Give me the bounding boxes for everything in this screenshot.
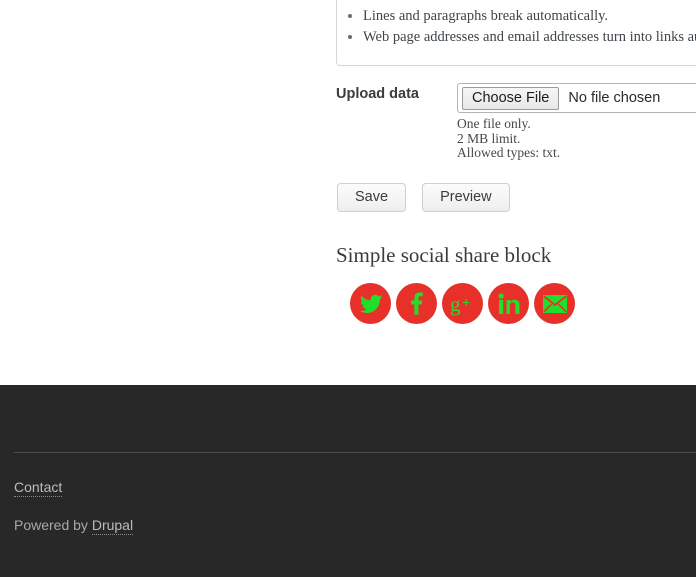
filter-tips-list: Lines and paragraphs break automatically…: [337, 0, 696, 48]
svg-text:g: g: [450, 292, 461, 316]
google-plus-icon[interactable]: g +: [442, 283, 483, 324]
filter-tips-box: Lines and paragraphs break automatically…: [336, 0, 696, 66]
powered-by-text: Powered by Drupal: [14, 517, 134, 535]
footer-divider: [14, 452, 696, 453]
powered-by-prefix: Powered by: [14, 517, 92, 533]
save-button[interactable]: Save: [337, 183, 407, 212]
social-share-icons: g +: [350, 283, 575, 324]
site-footer: Contact Powered by Drupal: [0, 385, 696, 577]
upload-data-label: Upload data: [336, 86, 419, 102]
main-content: Lines and paragraphs break automatically…: [0, 0, 696, 385]
upload-description-line: Allowed types: txt.: [457, 145, 561, 160]
upload-description-line: 2 MB limit.: [457, 130, 521, 146]
twitter-icon[interactable]: [350, 283, 391, 324]
social-share-heading: Simple social share block: [336, 243, 552, 267]
email-icon[interactable]: [534, 283, 575, 324]
file-input[interactable]: Choose File No file chosen: [457, 83, 696, 113]
choose-file-button[interactable]: Choose File: [462, 86, 560, 110]
form-actions: Save Preview: [337, 183, 510, 212]
filter-tip-item: Lines and paragraphs break automatically…: [363, 6, 696, 27]
svg-text:+: +: [462, 294, 470, 310]
footer-contact-link[interactable]: Contact: [14, 479, 63, 497]
preview-button[interactable]: Preview: [422, 183, 510, 212]
file-status-text: No file chosen: [568, 90, 661, 106]
linkedin-icon[interactable]: [488, 283, 529, 324]
upload-description-line: One file only.: [457, 116, 531, 131]
drupal-link[interactable]: Drupal: [91, 517, 134, 535]
upload-description: One file only. 2 MB limit. Allowed types…: [457, 116, 561, 161]
facebook-icon[interactable]: [396, 283, 437, 324]
filter-tip-item: Web page addresses and email addresses t…: [363, 27, 696, 48]
